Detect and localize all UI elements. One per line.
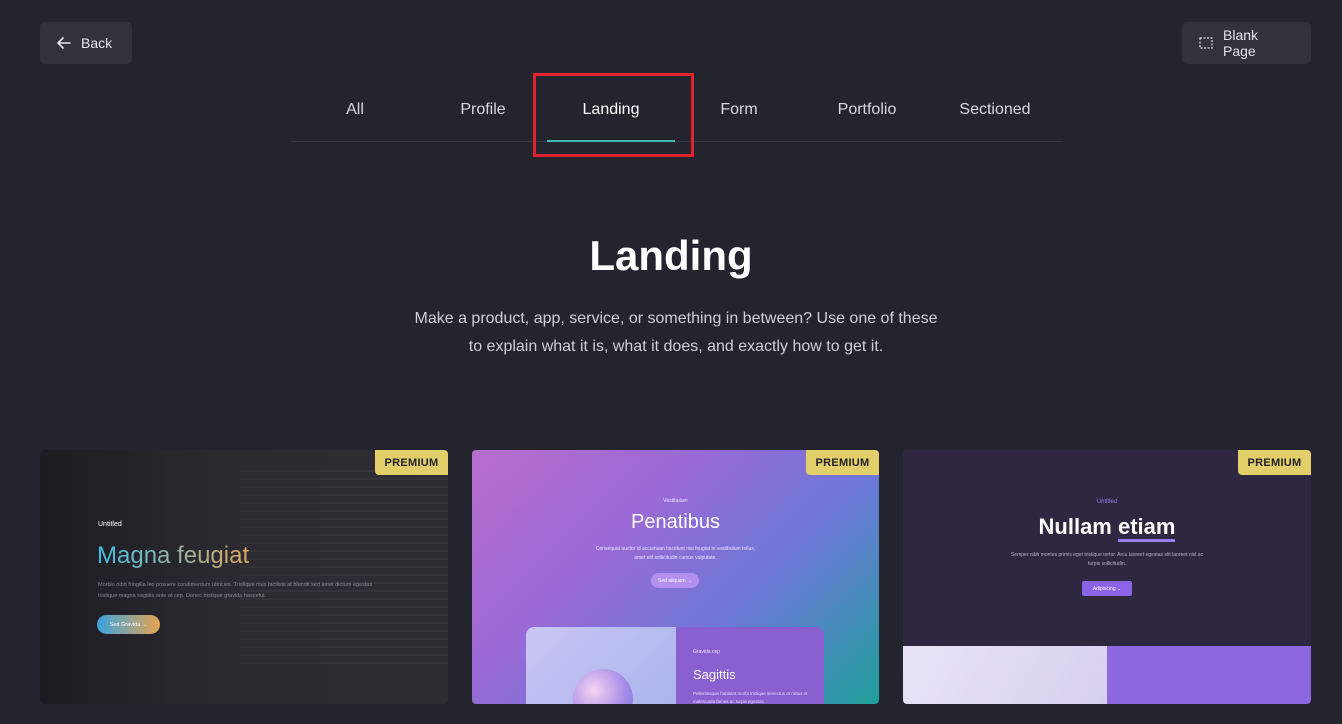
card-title: Penatibus bbox=[631, 511, 720, 533]
premium-badge: PREMIUM bbox=[1238, 450, 1311, 475]
blank-page-button[interactable]: Blank Page bbox=[1182, 22, 1311, 64]
card-text: Semper nibh montes primis eget tristique… bbox=[1010, 552, 1204, 567]
tab-profile[interactable]: Profile bbox=[419, 82, 547, 142]
tab-landing[interactable]: Landing bbox=[547, 82, 675, 142]
back-label: Back bbox=[81, 35, 113, 51]
premium-badge: PREMIUM bbox=[375, 450, 448, 475]
orb-shape bbox=[573, 669, 633, 704]
card-eyebrow: Untitled bbox=[1096, 499, 1118, 505]
panel-title: Sagittis bbox=[693, 667, 736, 682]
card-text: Morbio nibh fringilla leo posuere condim… bbox=[98, 580, 398, 602]
premium-badge: PREMIUM bbox=[806, 450, 879, 475]
blank-page-label: Blank Page bbox=[1223, 27, 1259, 59]
code-background-image bbox=[240, 470, 448, 670]
abstract-image bbox=[526, 627, 676, 704]
card-text: Consequat auctor id accumsan tincidunt n… bbox=[595, 546, 756, 561]
tab-portfolio[interactable]: Portfolio bbox=[803, 82, 931, 142]
template-card-penatibus[interactable]: Vestibulum Penatibus Consequat auctor id… bbox=[472, 450, 879, 704]
card-title: Magna feugiat bbox=[97, 542, 250, 569]
card-eyebrow: Untitled bbox=[98, 521, 122, 528]
section-description: Make a product, app, service, or somethi… bbox=[400, 305, 952, 361]
arrow-left-icon bbox=[57, 37, 71, 49]
card-title-plain: Nullam bbox=[1038, 514, 1112, 539]
template-card-nullam-etiam[interactable]: Untitled Nullam etiam Semper nibh montes… bbox=[903, 450, 1311, 704]
description-line-1: Make a product, app, service, or somethi… bbox=[414, 310, 938, 327]
card-cta-button: Adipiscing ⌄ bbox=[1082, 581, 1132, 596]
card-eyebrow: Vestibulum bbox=[663, 498, 688, 504]
tab-all[interactable]: All bbox=[291, 82, 419, 142]
dashed-square-icon bbox=[1199, 37, 1213, 49]
card-text-line-1: Morbio nibh fringilla leo posuere condim… bbox=[98, 582, 373, 588]
card-cta-button: Sed Gravida → bbox=[97, 615, 160, 634]
template-card-magna-feugiat[interactable]: Untitled Magna feugiat Morbio nibh fring… bbox=[40, 450, 448, 704]
panel-text: Pellentesque habitant morbi tristique se… bbox=[693, 691, 808, 704]
template-picker-page: Back Blank Page All Profile Landing Form… bbox=[0, 0, 1342, 724]
tab-sectioned[interactable]: Sectioned bbox=[931, 82, 1059, 142]
category-tabs: All Profile Landing Form Portfolio Secti… bbox=[291, 82, 1063, 142]
back-button[interactable]: Back bbox=[40, 22, 132, 64]
panel-eyebrow: Gravida cep bbox=[693, 649, 720, 655]
card-text-line-2: tristique magna sagittis ante at cep. Do… bbox=[98, 593, 267, 599]
card-title-underlined: etiam bbox=[1118, 514, 1176, 542]
section-title: Landing bbox=[589, 232, 753, 279]
architecture-image bbox=[903, 646, 1107, 704]
description-line-2: to explain what it is, what it does, and… bbox=[468, 338, 884, 355]
card-preview-panel: Gravida cep Sagittis Pellentesque habita… bbox=[526, 627, 824, 704]
card-cta-button: Sed aliquam → bbox=[651, 573, 699, 588]
card-title: Nullam etiam bbox=[903, 514, 1311, 542]
purple-block-image bbox=[1107, 646, 1311, 704]
tab-form[interactable]: Form bbox=[675, 82, 803, 142]
